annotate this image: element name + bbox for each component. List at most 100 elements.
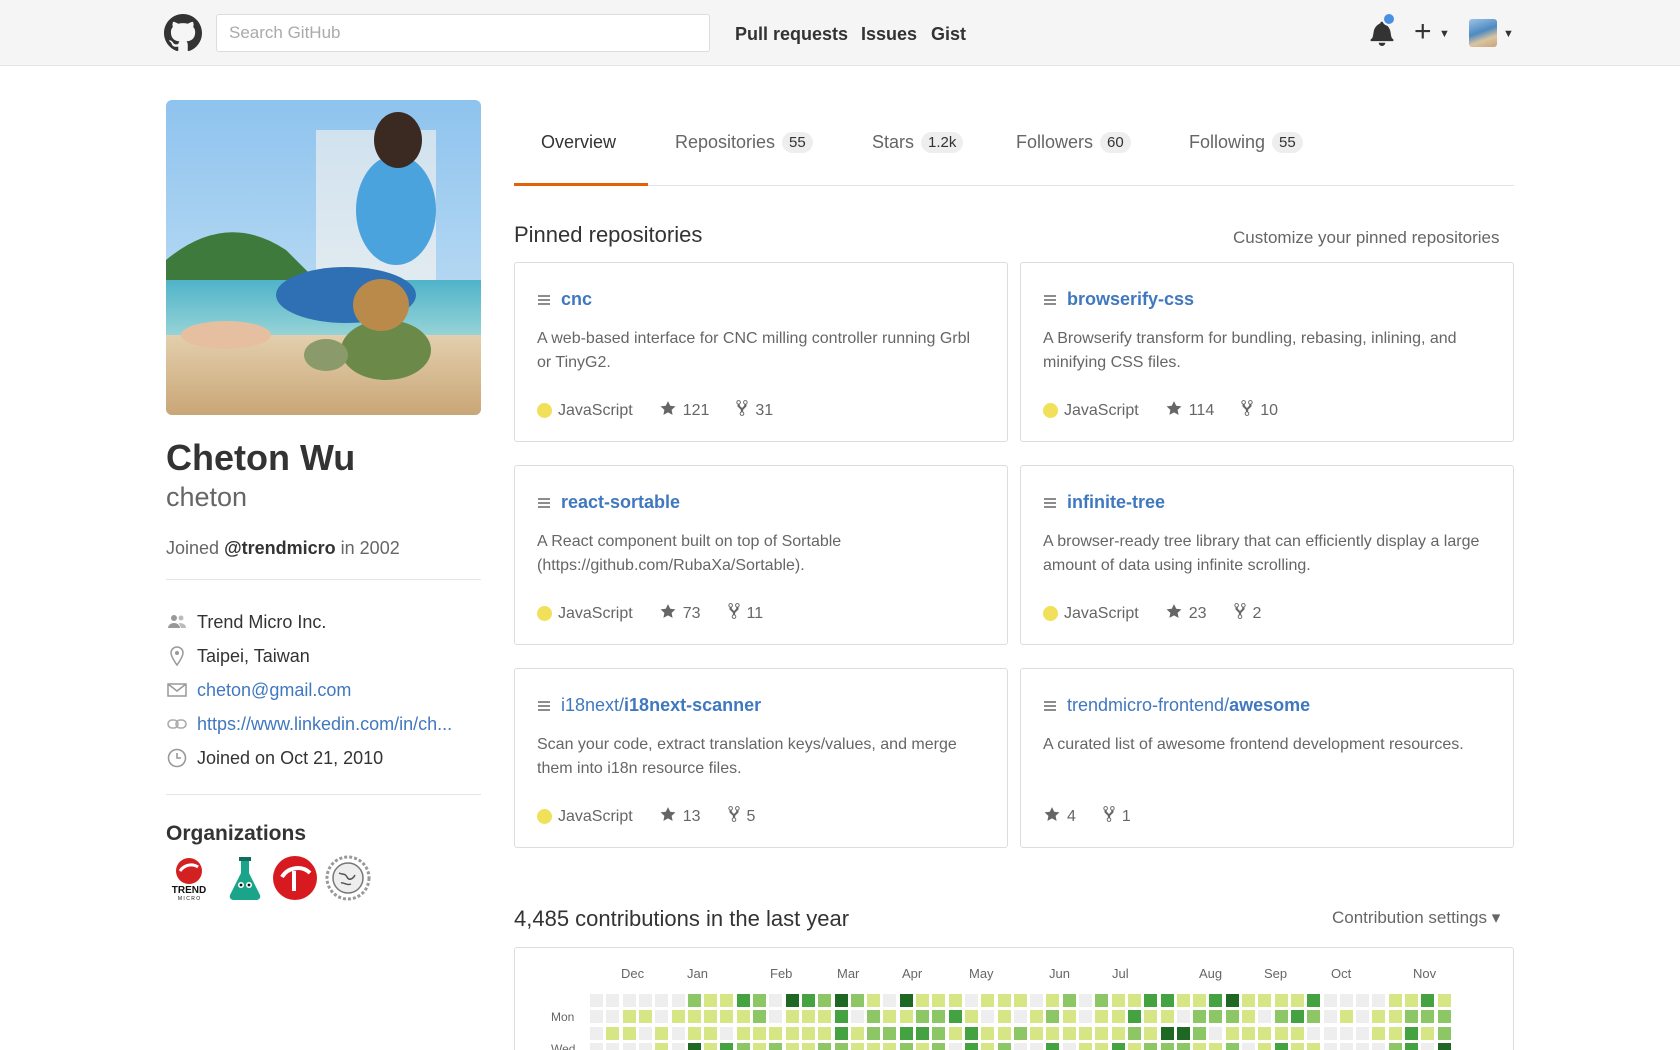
contribution-day[interactable] xyxy=(1095,1010,1109,1024)
contribution-day[interactable] xyxy=(1030,994,1044,1007)
contribution-day[interactable] xyxy=(736,1042,750,1050)
contribution-day[interactable] xyxy=(606,994,620,1007)
tab-overview[interactable]: Overview xyxy=(541,132,616,153)
contribution-day[interactable] xyxy=(753,1010,766,1024)
contribution-day[interactable] xyxy=(590,1026,603,1040)
contribution-day[interactable] xyxy=(964,994,978,1007)
contribution-day[interactable] xyxy=(1079,994,1092,1007)
contribution-day[interactable] xyxy=(1339,1042,1353,1050)
contribution-day[interactable] xyxy=(1111,1026,1125,1040)
contribution-day[interactable] xyxy=(1274,1042,1288,1050)
contribution-day[interactable] xyxy=(1225,1026,1239,1040)
contribution-day[interactable] xyxy=(818,994,832,1007)
chevron-down-icon[interactable]: ▼ xyxy=(1503,28,1514,40)
contribution-day[interactable] xyxy=(850,1010,864,1024)
tab-followers[interactable]: Followers 60 xyxy=(1016,132,1131,153)
contribution-day[interactable] xyxy=(1209,1026,1223,1040)
contribution-day[interactable] xyxy=(1388,1026,1402,1040)
contribution-day[interactable] xyxy=(1013,1026,1027,1040)
contribution-day[interactable] xyxy=(1176,994,1190,1007)
repo-stars[interactable]: 73 xyxy=(659,603,701,625)
contribution-day[interactable] xyxy=(834,1042,848,1050)
contribution-day[interactable] xyxy=(704,1042,718,1050)
repo-forks[interactable]: 5 xyxy=(727,805,755,828)
contribution-day[interactable] xyxy=(1046,1010,1060,1024)
contribution-day[interactable] xyxy=(622,994,636,1007)
contribution-day[interactable] xyxy=(671,1042,685,1050)
nav-pull-requests[interactable]: Pull requests xyxy=(735,24,848,45)
contribution-day[interactable] xyxy=(997,994,1011,1007)
contribution-day[interactable] xyxy=(720,994,734,1007)
contribution-day[interactable] xyxy=(1421,994,1435,1007)
contribution-day[interactable] xyxy=(1421,1042,1435,1050)
customize-pinned-link[interactable]: Customize your pinned repositories xyxy=(1233,228,1499,248)
contribution-day[interactable] xyxy=(1290,994,1304,1007)
contribution-day[interactable] xyxy=(1290,1010,1304,1024)
contribution-day[interactable] xyxy=(916,1026,929,1040)
website-link[interactable]: https://www.linkedin.com/in/ch... xyxy=(197,714,452,735)
contribution-day[interactable] xyxy=(704,994,718,1007)
contribution-day[interactable] xyxy=(769,1042,783,1050)
contribution-day[interactable] xyxy=(867,1042,881,1050)
contribution-day[interactable] xyxy=(1193,1026,1207,1040)
contribution-day[interactable] xyxy=(1193,1010,1207,1024)
contribution-day[interactable] xyxy=(1258,1042,1272,1050)
contribution-day[interactable] xyxy=(850,1042,864,1050)
contribution-day[interactable] xyxy=(785,1026,799,1040)
contribution-day[interactable] xyxy=(1372,1042,1386,1050)
contribution-day[interactable] xyxy=(1095,1026,1109,1040)
contribution-day[interactable] xyxy=(1111,1042,1125,1050)
contribution-day[interactable] xyxy=(981,1026,995,1040)
email-link[interactable]: cheton@gmail.com xyxy=(197,680,351,701)
contribution-day[interactable] xyxy=(932,1010,946,1024)
contribution-day[interactable] xyxy=(1307,1026,1321,1040)
contribution-day[interactable] xyxy=(1388,1010,1402,1024)
contribution-day[interactable] xyxy=(1405,1010,1418,1024)
contribution-day[interactable] xyxy=(834,1010,848,1024)
contribution-day[interactable] xyxy=(622,1010,636,1024)
contribution-day[interactable] xyxy=(932,1042,946,1050)
contribution-day[interactable] xyxy=(981,1010,995,1024)
contribution-day[interactable] xyxy=(801,1042,815,1050)
contribution-day[interactable] xyxy=(883,994,897,1007)
contribution-day[interactable] xyxy=(769,1010,783,1024)
contribution-day[interactable] xyxy=(1437,1010,1451,1024)
detail-email[interactable]: cheton@gmail.com xyxy=(166,678,351,702)
contribution-day[interactable] xyxy=(590,1042,603,1050)
contribution-day[interactable] xyxy=(981,1042,995,1050)
contribution-day[interactable] xyxy=(622,1026,636,1040)
detail-website[interactable]: https://www.linkedin.com/in/ch... xyxy=(166,712,452,736)
nav-gist[interactable]: Gist xyxy=(931,24,966,45)
contribution-day[interactable] xyxy=(687,1010,701,1024)
contribution-day[interactable] xyxy=(899,1042,913,1050)
contribution-day[interactable] xyxy=(834,1026,848,1040)
contribution-day[interactable] xyxy=(1242,1026,1255,1040)
contribution-day[interactable] xyxy=(964,1026,978,1040)
contribution-day[interactable] xyxy=(1225,1010,1239,1024)
contribution-day[interactable] xyxy=(1013,1042,1027,1050)
contribution-day[interactable] xyxy=(1388,1042,1402,1050)
contribution-day[interactable] xyxy=(655,1042,669,1050)
search-input[interactable] xyxy=(216,14,710,52)
plus-icon[interactable]: + xyxy=(1414,12,1432,52)
contribution-day[interactable] xyxy=(1242,1042,1255,1050)
contribution-day[interactable] xyxy=(997,1026,1011,1040)
contribution-day[interactable] xyxy=(1144,1010,1158,1024)
avatar[interactable] xyxy=(1469,19,1497,47)
contribution-day[interactable] xyxy=(1079,1010,1092,1024)
contribution-day[interactable] xyxy=(818,1026,832,1040)
contribution-day[interactable] xyxy=(883,1010,897,1024)
contribution-day[interactable] xyxy=(1013,994,1027,1007)
contribution-day[interactable] xyxy=(948,1042,962,1050)
contribution-day[interactable] xyxy=(801,994,815,1007)
contribution-day[interactable] xyxy=(606,1010,620,1024)
contribution-day[interactable] xyxy=(704,1026,718,1040)
repo-forks[interactable]: 31 xyxy=(735,399,773,422)
repo-forks[interactable]: 2 xyxy=(1233,602,1261,625)
contribution-day[interactable] xyxy=(932,994,946,1007)
contribution-day[interactable] xyxy=(1046,994,1060,1007)
tab-stars[interactable]: Stars 1.2k xyxy=(872,132,964,153)
repo-forks[interactable]: 1 xyxy=(1102,805,1131,828)
contribution-day[interactable] xyxy=(704,1010,718,1024)
contribution-day[interactable] xyxy=(883,1042,897,1050)
